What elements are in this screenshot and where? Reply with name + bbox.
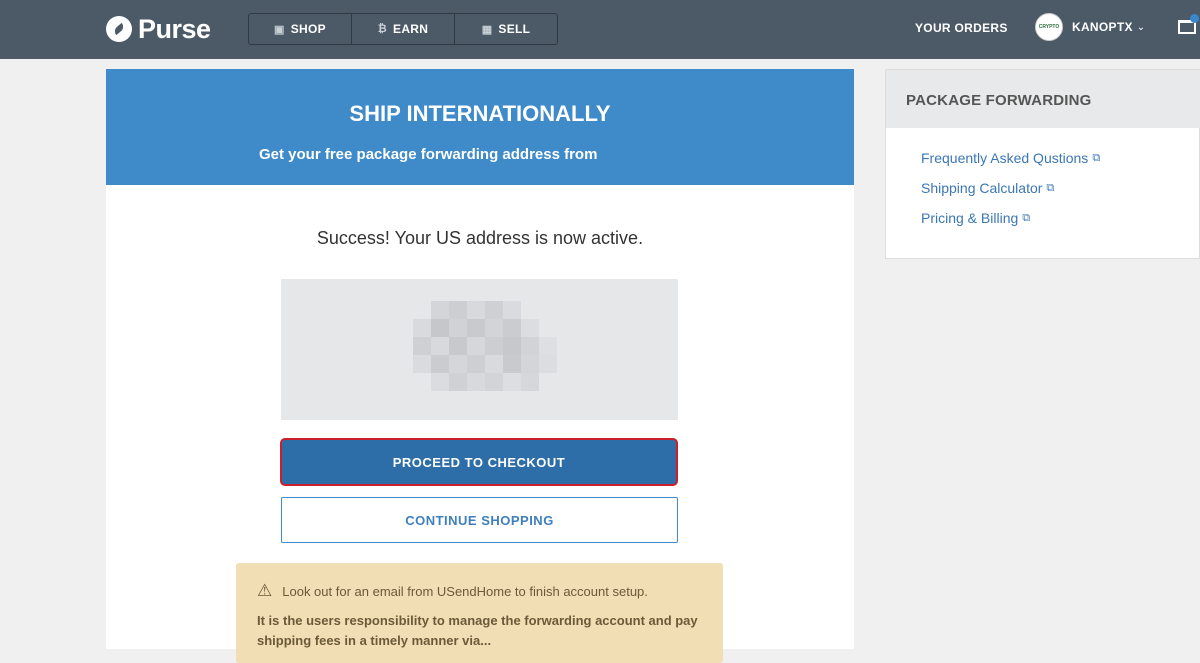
nav-sell-button[interactable]: ▦ SELL xyxy=(455,14,557,44)
pixel-block xyxy=(539,355,557,373)
purse-logo[interactable]: Purse xyxy=(106,13,211,45)
hero-banner: SHIP INTERNATIONALLY Get your free packa… xyxy=(106,69,854,185)
sidebar-title: PACKAGE FORWARDING xyxy=(906,92,1092,109)
success-message: Success! Your US address is now active. xyxy=(316,228,644,248)
package-forwarding-sidebar: PACKAGE FORWARDING Frequently Asked Qust… xyxy=(885,69,1200,259)
nav-earn-label: EARN xyxy=(393,22,429,36)
pixel-block xyxy=(503,355,521,373)
pixel-block xyxy=(431,337,449,355)
username: KANOPTX xyxy=(1072,20,1133,34)
pixel-block xyxy=(503,337,521,355)
pricing-billing-link[interactable]: Pricing & Billing ⧉ xyxy=(921,210,1030,226)
shipping-calculator-label: Shipping Calculator xyxy=(921,180,1043,196)
notice-email-text: Look out for an email from USendHome to … xyxy=(282,583,648,599)
notice-first-line: ⚠ Look out for an email from USendHome t… xyxy=(257,581,648,601)
pixel-block xyxy=(449,373,467,391)
external-link-icon: ⧉ xyxy=(1092,151,1101,164)
warning-notice: ⚠ Look out for an email from USendHome t… xyxy=(236,563,723,663)
pixel-block xyxy=(485,319,503,337)
pixel-block xyxy=(503,301,521,319)
hero-subtitle: Get your free package forwarding address… xyxy=(259,146,598,163)
pricing-billing-label: Pricing & Billing xyxy=(921,210,1019,226)
pixel-block xyxy=(521,319,539,337)
faq-link[interactable]: Frequently Asked Qustions ⧉ xyxy=(921,150,1100,166)
nav-sell-label: SELL xyxy=(498,22,531,36)
pixel-block xyxy=(503,319,521,337)
pixel-block xyxy=(539,337,557,355)
bitcoin-icon: ₿ xyxy=(377,23,388,35)
main-card: SHIP INTERNATIONALLY Get your free packa… xyxy=(106,69,854,663)
cart-badge xyxy=(1190,14,1199,23)
avatar-text: CRYPTO xyxy=(1038,24,1060,30)
pixel-block xyxy=(485,355,503,373)
pixel-block xyxy=(449,355,467,373)
pixel-block xyxy=(413,337,431,355)
calculator-icon: ▦ xyxy=(481,23,493,36)
pixel-block xyxy=(521,355,539,373)
external-link-icon: ⧉ xyxy=(1046,181,1055,194)
chevron-down-icon: ⌄ xyxy=(1136,21,1146,33)
pixel-block xyxy=(521,337,539,355)
your-orders-link[interactable]: YOUR ORDERS xyxy=(915,21,1008,35)
main-nav: ▣ SHOP ₿ EARN ▦ SELL xyxy=(248,13,558,45)
faq-link-label: Frequently Asked Qustions xyxy=(921,150,1089,166)
pixel-block xyxy=(467,373,485,391)
gift-icon: ▣ xyxy=(274,23,285,36)
pixel-block xyxy=(431,319,449,337)
pixel-block xyxy=(467,301,485,319)
pixel-block xyxy=(431,355,449,373)
pixel-block xyxy=(431,373,449,391)
avatar: CRYPTO xyxy=(1035,13,1063,41)
pixel-block xyxy=(503,373,521,391)
continue-shopping-button[interactable]: CONTINUE SHOPPING xyxy=(281,497,678,543)
pixel-block xyxy=(413,319,431,337)
sidebar-header: PACKAGE FORWARDING xyxy=(886,70,1200,128)
nav-earn-button[interactable]: ₿ EARN xyxy=(352,14,455,44)
page-title: SHIP INTERNATIONALLY xyxy=(349,101,611,126)
top-navbar: Purse ▣ SHOP ₿ EARN ▦ SELL YOUR ORDERS C… xyxy=(0,0,1200,59)
nav-shop-button[interactable]: ▣ SHOP xyxy=(249,14,352,44)
address-image-redacted xyxy=(281,279,678,420)
pixel-block xyxy=(449,337,467,355)
logo-text: Purse xyxy=(138,13,211,44)
purse-logo-icon xyxy=(106,16,132,42)
pixel-block xyxy=(485,337,503,355)
pixel-block xyxy=(467,337,485,355)
notice-responsibility-text: It is the users responsibility to manage… xyxy=(257,613,698,648)
pixel-block xyxy=(521,373,539,391)
pixel-block xyxy=(449,301,467,319)
shipping-calculator-link[interactable]: Shipping Calculator ⧉ xyxy=(921,180,1054,196)
pixel-block xyxy=(449,319,467,337)
proceed-to-checkout-button[interactable]: PROCEED TO CHECKOUT xyxy=(280,438,678,486)
cart-button[interactable] xyxy=(1176,14,1200,40)
pixel-block xyxy=(467,319,485,337)
pixel-block xyxy=(431,301,449,319)
warning-icon: ⚠ xyxy=(257,581,273,600)
nav-shop-label: SHOP xyxy=(290,22,326,36)
pixel-block xyxy=(485,373,503,391)
pixel-block xyxy=(485,301,503,319)
external-link-icon: ⧉ xyxy=(1022,211,1031,224)
user-menu[interactable]: CRYPTO KANOPTX ⌄ xyxy=(1035,13,1145,41)
pixel-block xyxy=(467,355,485,373)
pixel-block xyxy=(413,355,431,373)
